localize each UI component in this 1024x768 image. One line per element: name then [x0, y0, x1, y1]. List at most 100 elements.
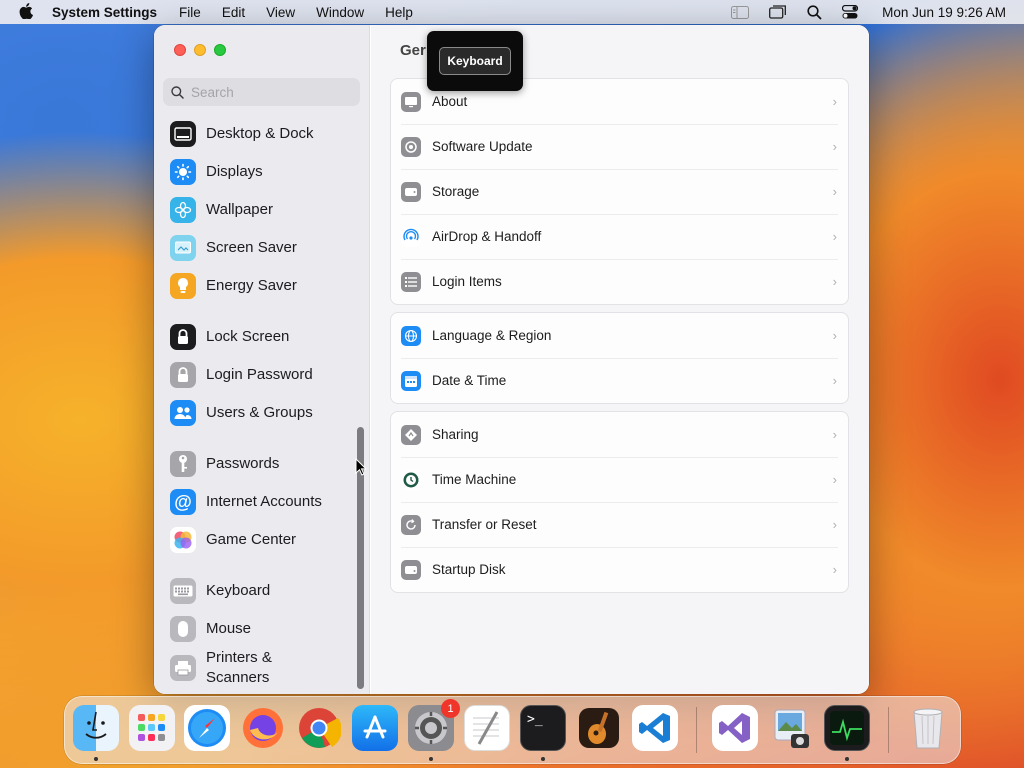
- chevron-right-icon: ›: [832, 274, 837, 289]
- sidebar-item-label: Login Password: [206, 366, 313, 383]
- row-time-machine[interactable]: Time Machine ›: [391, 457, 848, 502]
- login-items-icon: [401, 271, 421, 292]
- row-label: Language & Region: [432, 328, 552, 343]
- sidebar-item-desktop-dock[interactable]: Desktop & Dock: [170, 119, 314, 149]
- row-language-region[interactable]: Language & Region ›: [391, 313, 848, 358]
- row-label: Transfer or Reset: [432, 517, 537, 532]
- sidebar-item-label: Mouse: [206, 620, 252, 637]
- sidebar-search[interactable]: Search: [163, 78, 360, 106]
- close-window-button[interactable]: [174, 44, 186, 56]
- row-storage[interactable]: Storage ›: [391, 169, 848, 214]
- sidebar-item-lock-screen[interactable]: Lock Screen: [170, 322, 289, 352]
- general-group-system: About › Software Update › Storage › AirD…: [390, 78, 849, 305]
- chevron-right-icon: ›: [832, 373, 837, 388]
- settings-running-indicator: [429, 757, 433, 761]
- system-settings-window: Search Desktop & Dock Displays Wallpaper: [154, 25, 869, 694]
- passwords-icon: [170, 451, 196, 477]
- minimize-window-button[interactable]: [194, 44, 206, 56]
- textedit-icon[interactable]: [464, 705, 510, 751]
- row-label: About: [432, 94, 468, 109]
- sidebar-item-passwords[interactable]: Passwords: [170, 449, 279, 479]
- menu-help[interactable]: Help: [385, 5, 413, 20]
- globe-icon: [401, 325, 421, 346]
- sidebar-item-label: Users & Groups: [206, 404, 313, 421]
- terminal-icon[interactable]: >_: [520, 705, 566, 751]
- software-update-icon: [401, 136, 421, 157]
- sidebar-item-keyboard[interactable]: Keyboard: [170, 576, 270, 606]
- visual-studio-icon[interactable]: [712, 705, 758, 751]
- sidebar-item-internet-accounts[interactable]: @ Internet Accounts: [170, 487, 322, 517]
- row-airdrop-handoff[interactable]: AirDrop & Handoff ›: [391, 214, 848, 259]
- sidebar-item-label: Displays: [206, 163, 263, 180]
- tooltip-text: Keyboard: [439, 47, 511, 75]
- sidebar-item-label: Wallpaper: [206, 201, 273, 218]
- sidebar-item-screen-saver[interactable]: Screen Saver: [170, 233, 297, 263]
- keyboard-icon: [170, 578, 196, 604]
- sidebar-toggle-status-icon[interactable]: [731, 5, 750, 19]
- login-password-icon: [170, 362, 196, 388]
- trash-icon[interactable]: [905, 705, 951, 751]
- sidebar-item-mouse[interactable]: Mouse: [170, 614, 251, 644]
- chevron-right-icon: ›: [832, 139, 837, 154]
- system-settings-dock-icon[interactable]: 1: [408, 699, 460, 751]
- sidebar-item-displays[interactable]: Displays: [170, 157, 263, 187]
- row-sharing[interactable]: Sharing ›: [391, 412, 848, 457]
- row-software-update[interactable]: Software Update ›: [391, 124, 848, 169]
- sidebar-item-label: Energy Saver: [206, 277, 297, 294]
- row-startup-disk[interactable]: Startup Disk ›: [391, 547, 848, 592]
- sidebar-list: Desktop & Dock Displays Wallpaper Screen…: [154, 117, 358, 694]
- row-transfer-reset[interactable]: Transfer or Reset ›: [391, 502, 848, 547]
- apple-menu-icon[interactable]: [0, 3, 52, 21]
- finder-running-indicator: [94, 757, 98, 761]
- safari-icon[interactable]: [184, 705, 230, 751]
- sidebar: Search Desktop & Dock Displays Wallpaper: [154, 25, 370, 694]
- time-machine-icon: [401, 469, 421, 490]
- menu-bar: System Settings File Edit View Window He…: [0, 0, 1024, 24]
- row-date-time[interactable]: Date & Time ›: [391, 358, 848, 403]
- keyboard-tooltip: Keyboard: [427, 31, 523, 91]
- sidebar-item-label: Lock Screen: [206, 328, 290, 345]
- printers-scanners-icon: [170, 655, 196, 681]
- garageband-icon[interactable]: [576, 705, 622, 751]
- page-title: Ger: [400, 42, 426, 59]
- vscode-icon[interactable]: [632, 705, 678, 751]
- menu-bar-clock[interactable]: Mon Jun 19 9:26 AM: [882, 5, 1006, 20]
- notification-badge: 1: [441, 699, 460, 718]
- launchpad-icon[interactable]: [129, 705, 175, 751]
- sidebar-item-energy-saver[interactable]: Energy Saver: [170, 271, 297, 301]
- sidebar-item-printers-scanners[interactable]: Printers & Scanners: [170, 648, 316, 688]
- menu-window[interactable]: Window: [316, 5, 364, 20]
- firefox-icon[interactable]: [240, 705, 286, 751]
- sidebar-item-wallpaper[interactable]: Wallpaper: [170, 195, 273, 225]
- menu-view[interactable]: View: [266, 5, 295, 20]
- menu-app-name[interactable]: System Settings: [52, 5, 157, 20]
- sidebar-item-label: Screen Saver: [206, 239, 297, 256]
- mouse-icon: [170, 616, 196, 642]
- chrome-icon[interactable]: [296, 705, 342, 751]
- app-store-icon[interactable]: [352, 705, 398, 751]
- window-controls: [174, 44, 226, 56]
- users-groups-icon: [170, 400, 196, 426]
- spotlight-search-icon[interactable]: [807, 4, 822, 20]
- row-login-items[interactable]: Login Items ›: [391, 259, 848, 304]
- row-label: Time Machine: [432, 472, 517, 487]
- activity-monitor-icon[interactable]: [824, 705, 870, 751]
- sidebar-item-users-groups[interactable]: Users & Groups: [170, 398, 313, 428]
- sidebar-item-label: Keyboard: [206, 582, 271, 599]
- control-center-icon[interactable]: [842, 5, 859, 19]
- screen-mirroring-icon[interactable]: [769, 5, 787, 19]
- calendar-icon: [401, 370, 421, 391]
- sidebar-item-game-center[interactable]: Game Center: [170, 525, 296, 555]
- activity-monitor-running-indicator: [845, 757, 849, 761]
- sidebar-item-label: Passwords: [206, 455, 280, 472]
- menu-edit[interactable]: Edit: [222, 5, 245, 20]
- finder-icon[interactable]: [73, 705, 119, 751]
- game-center-icon: [170, 527, 196, 553]
- chevron-right-icon: ›: [832, 328, 837, 343]
- row-label: Startup Disk: [432, 562, 506, 577]
- zoom-window-button[interactable]: [214, 44, 226, 56]
- dock: 1 >_: [64, 696, 961, 764]
- preview-icon[interactable]: [768, 705, 814, 751]
- sidebar-item-login-password[interactable]: Login Password: [170, 360, 313, 390]
- menu-file[interactable]: File: [179, 5, 201, 20]
